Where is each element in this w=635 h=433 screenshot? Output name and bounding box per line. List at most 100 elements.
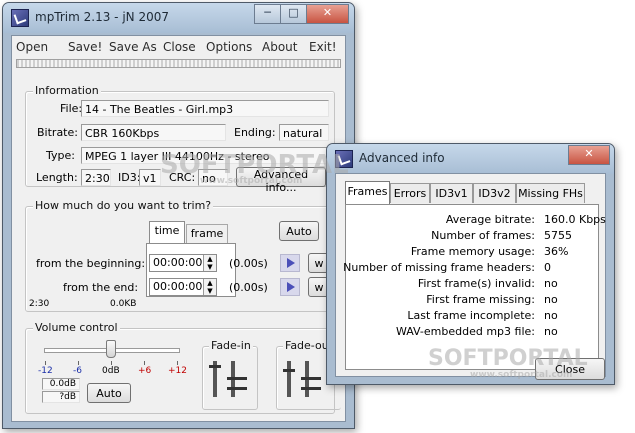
scale-minus-12: -12: [38, 366, 53, 376]
info-row-value: no: [544, 277, 558, 290]
advanced-info-dialog: Advanced info ✕ Frames Errors ID3v1 ID3v…: [326, 143, 615, 385]
volume-tick: [111, 361, 112, 365]
trim-footer-length: 2:30: [29, 299, 50, 309]
fade-out-level: [301, 377, 321, 380]
file-label: File:: [60, 102, 83, 115]
info-row-label: Number of missing frame headers:: [343, 261, 535, 274]
menu-exit[interactable]: Exit!: [309, 40, 337, 54]
menu-close[interactable]: Close: [163, 40, 196, 54]
minimize-button[interactable]: ─: [254, 4, 281, 24]
play-end-icon[interactable]: [280, 278, 300, 296]
close-window-button[interactable]: ✕: [306, 4, 349, 24]
ending-label: Ending:: [234, 126, 276, 139]
info-row-value: 36%: [544, 245, 569, 258]
menu-about[interactable]: About: [262, 40, 297, 54]
volume-tick: [144, 361, 145, 365]
info-row-value: no: [544, 293, 558, 306]
trim-auto-button[interactable]: Auto: [279, 221, 319, 241]
tab-errors[interactable]: Errors: [390, 183, 430, 203]
volume-group: Volume control -12 -6 0dB +6 +12 0.0dB ?…: [25, 321, 341, 414]
type-label: Type:: [46, 149, 75, 162]
end-seconds: (0.00s): [229, 281, 268, 294]
play-beginning-icon[interactable]: [280, 254, 300, 272]
gain-value-field: 0.0dB: [42, 378, 80, 390]
info-row-value: 0: [544, 261, 551, 274]
info-row-value: no: [544, 325, 558, 338]
scale-plus-12: +12: [168, 366, 187, 376]
bitrate-field: CBR 160Kbps: [81, 124, 226, 141]
info-row-label: Number of frames:: [431, 229, 535, 242]
tab-missing-fhs[interactable]: Missing FHs: [516, 183, 585, 203]
app-icon: [11, 9, 29, 27]
bitrate-label: Bitrate:: [37, 126, 78, 139]
fade-out-slider-icon[interactable]: [287, 361, 291, 397]
scale-plus-6: +6: [138, 366, 152, 376]
dialog-title: Advanced info: [359, 151, 445, 165]
dialog-close-x-button[interactable]: ✕: [568, 145, 610, 165]
info-row-label: Frame memory usage:: [410, 245, 535, 258]
fade-in-group: Fade-in: [202, 339, 258, 410]
beginning-spin-icon[interactable]: ▲ ▼: [203, 255, 216, 271]
ending-field: natural: [279, 124, 329, 141]
crc-label: CRC:: [169, 171, 196, 184]
tab-frames[interactable]: Frames: [345, 181, 390, 204]
info-row-value: 5755: [544, 229, 572, 242]
fade-out-level: [283, 369, 295, 372]
end-label: from the end:: [63, 281, 139, 294]
info-row-label: First frame(s) invalid:: [417, 277, 535, 290]
tab-time[interactable]: time: [149, 221, 185, 243]
info-row-value: no: [544, 309, 558, 322]
tab-id3v1[interactable]: ID3v1: [430, 183, 473, 203]
menu-save[interactable]: Save!: [68, 40, 102, 54]
length-label: Length:: [36, 171, 78, 184]
beginning-label: from the beginning:: [36, 257, 146, 270]
fade-out-level: [301, 387, 321, 390]
file-field: 14 - The Beatles - Girl.mp3: [81, 100, 329, 117]
tab-frame[interactable]: frame: [186, 224, 228, 243]
info-row-value: 160.0 Kbps: [544, 213, 606, 226]
trim-footer-size: 0.0KB: [110, 299, 137, 309]
info-row-label: Average bitrate:: [445, 213, 535, 226]
dialog-client-area: Frames Errors ID3v1 ID3v2 Missing FHs Av…: [335, 173, 606, 380]
info-row-label: First frame missing:: [426, 293, 535, 306]
end-time-input[interactable]: 00:00:00 ▲ ▼: [149, 278, 217, 296]
dialog-close-button[interactable]: Close: [535, 358, 605, 380]
peak-value-field: ?dB: [42, 391, 80, 403]
end-time-value: 00:00:00: [153, 280, 203, 293]
menu-options[interactable]: Options: [206, 40, 252, 54]
beginning-time-value: 00:00:00: [153, 256, 203, 269]
end-spin-icon[interactable]: ▲ ▼: [203, 279, 216, 295]
main-titlebar[interactable]: mpTrim 2.13 - jN 2007 ─ □ ✕: [3, 3, 354, 33]
menu-open[interactable]: Open: [16, 40, 48, 54]
beginning-seconds: (0.00s): [229, 257, 268, 270]
info-row-label: WAV-embedded mp3 file:: [395, 325, 535, 338]
dialog-titlebar[interactable]: Advanced info ✕: [327, 144, 614, 174]
information-group: Information File: 14 - The Beatles - Gir…: [25, 84, 335, 194]
trim-legend: How much do you want to trim?: [33, 199, 214, 212]
volume-tick: [78, 361, 79, 365]
volume-slider-thumb[interactable]: [106, 340, 116, 358]
beginning-time-input[interactable]: 00:00:00 ▲ ▼: [149, 254, 217, 272]
type-field: MPEG 1 layer III 44100Hz - stereo: [81, 147, 329, 164]
fade-in-level: [227, 377, 247, 380]
volume-tick: [177, 361, 178, 365]
menu-save-as[interactable]: Save As: [109, 40, 157, 54]
length-field: 2:30: [81, 169, 111, 186]
volume-auto-button[interactable]: Auto: [87, 383, 131, 403]
trim-group: How much do you want to trim? time frame…: [25, 199, 335, 312]
id3-label: ID3:: [118, 171, 141, 184]
fade-in-level: [209, 365, 221, 368]
scale-minus-6: -6: [73, 366, 82, 376]
fade-in-legend: Fade-in: [209, 339, 253, 352]
dialog-tab-strip: Frames Errors ID3v1 ID3v2 Missing FHs: [345, 181, 597, 205]
volume-legend: Volume control: [33, 321, 120, 334]
dialog-app-icon: [335, 150, 353, 168]
progress-strip: [16, 59, 341, 68]
menu-bar: Open Save! Save As Close Options About E…: [12, 36, 345, 56]
maximize-button[interactable]: □: [280, 4, 307, 24]
fade-in-level: [227, 387, 247, 390]
tab-id3v2[interactable]: ID3v2: [473, 183, 516, 203]
main-window: mpTrim 2.13 - jN 2007 ─ □ ✕ Open Save! S…: [2, 2, 355, 429]
advanced-info-button[interactable]: Advanced info...: [236, 167, 326, 194]
main-client-area: Open Save! Save As Close Options About E…: [11, 35, 346, 422]
